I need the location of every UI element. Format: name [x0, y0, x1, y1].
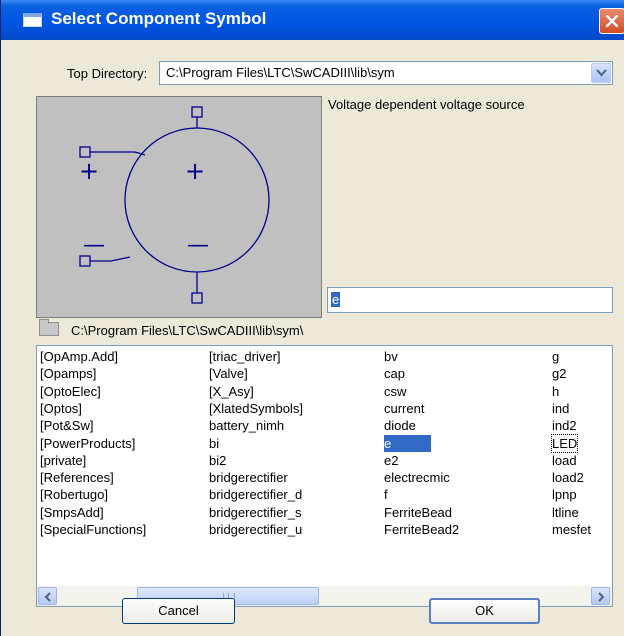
- list-item[interactable]: ltline: [552, 504, 579, 521]
- list-item[interactable]: [Robertugo]: [40, 486, 108, 503]
- list-item[interactable]: [private]: [40, 452, 86, 469]
- list-item[interactable]: bi2: [209, 452, 226, 469]
- top-directory-value: C:\Program Files\LTC\SwCADIII\lib\sym: [166, 65, 395, 80]
- cancel-button[interactable]: Cancel: [122, 598, 235, 624]
- list-item[interactable]: lpnp: [552, 486, 577, 503]
- window-icon: [23, 13, 42, 27]
- list-item[interactable]: bridgerectifier_s: [209, 504, 302, 521]
- symbol-name-input[interactable]: e: [327, 287, 613, 313]
- voltage-source-symbol: + + — —: [79, 106, 270, 304]
- list-item[interactable]: diode: [384, 417, 416, 434]
- list-item[interactable]: [References]: [40, 469, 114, 486]
- scroll-right-button[interactable]: [591, 587, 610, 605]
- list-item[interactable]: FerriteBead2: [384, 521, 459, 538]
- list-item[interactable]: ind2: [552, 417, 577, 434]
- list-item[interactable]: mesfet: [552, 521, 591, 538]
- title-bar[interactable]: Select Component Symbol: [1, 0, 624, 40]
- list-item[interactable]: [SpecialFunctions]: [40, 521, 146, 538]
- list-item[interactable]: [XlatedSymbols]: [209, 400, 303, 417]
- window-title: Select Component Symbol: [51, 9, 267, 28]
- list-item[interactable]: [PowerProducts]: [40, 435, 135, 452]
- dialog-window: Select Component Symbol Top Directory: C…: [0, 0, 624, 636]
- list-item[interactable]: [Valve]: [209, 365, 248, 382]
- chevron-down-icon: [596, 69, 607, 77]
- scroll-left-button[interactable]: [38, 587, 57, 605]
- plus-left: +: [79, 157, 99, 185]
- top-directory-select[interactable]: C:\Program Files\LTC\SwCADIII\lib\sym: [159, 61, 613, 85]
- symbol-list[interactable]: [OpAmp.Add] [Opamps] [OptoElec] [Optos] [Pot…: [36, 345, 613, 607]
- list-item[interactable]: electrecmic: [384, 469, 450, 486]
- list-item[interactable]: [Pot&Sw]: [40, 417, 93, 434]
- scroll-left-icon: [44, 592, 51, 602]
- list-item[interactable]: [triac_driver]: [209, 348, 281, 365]
- list-item[interactable]: bv: [384, 348, 398, 365]
- dropdown-button[interactable]: [591, 63, 611, 83]
- folder-icon: [39, 319, 59, 336]
- list-item[interactable]: h: [552, 383, 559, 400]
- list-item[interactable]: battery_nimh: [209, 417, 284, 434]
- list-item[interactable]: e: [384, 434, 432, 452]
- list-item[interactable]: [OptoElec]: [40, 383, 101, 400]
- list-item[interactable]: g2: [552, 365, 566, 382]
- list-item[interactable]: csw: [384, 383, 406, 400]
- symbol-preview: + + — —: [36, 96, 322, 318]
- list-item[interactable]: g: [552, 348, 559, 365]
- close-icon: [605, 14, 619, 28]
- scroll-right-icon: [598, 592, 605, 602]
- current-path: C:\Program Files\LTC\SwCADIII\lib\sym\: [71, 323, 304, 338]
- list-item[interactable]: bi: [209, 435, 219, 452]
- list-item[interactable]: bridgerectifier_d: [209, 486, 302, 503]
- list-item[interactable]: [SmpsAdd]: [40, 504, 104, 521]
- list-item[interactable]: LED: [550, 433, 579, 453]
- minus-left: —: [83, 233, 105, 258]
- list-item[interactable]: [OpAmp.Add]: [40, 348, 118, 365]
- symbol-name-value: e: [331, 292, 341, 307]
- minus-center: —: [187, 233, 209, 258]
- list-item[interactable]: load: [552, 452, 577, 469]
- list-item[interactable]: [Opamps]: [40, 365, 96, 382]
- list-item[interactable]: cap: [384, 365, 405, 382]
- list-item[interactable]: bridgerectifier: [209, 469, 288, 486]
- list-item[interactable]: f: [384, 486, 388, 503]
- list-item[interactable]: e2: [384, 452, 398, 469]
- ok-button[interactable]: OK: [429, 598, 540, 624]
- list-item[interactable]: [Optos]: [40, 400, 82, 417]
- list-item[interactable]: current: [384, 400, 424, 417]
- list-item[interactable]: ind: [552, 400, 569, 417]
- list-item[interactable]: FerriteBead: [384, 504, 452, 521]
- symbol-description: Voltage dependent voltage source: [328, 97, 525, 112]
- close-button[interactable]: [599, 8, 624, 34]
- plus-center: +: [185, 157, 205, 185]
- top-directory-label: Top Directory:: [67, 66, 148, 81]
- list-item[interactable]: bridgerectifier_u: [209, 521, 302, 538]
- list-item[interactable]: [X_Asy]: [209, 383, 254, 400]
- list-item[interactable]: load2: [552, 469, 584, 486]
